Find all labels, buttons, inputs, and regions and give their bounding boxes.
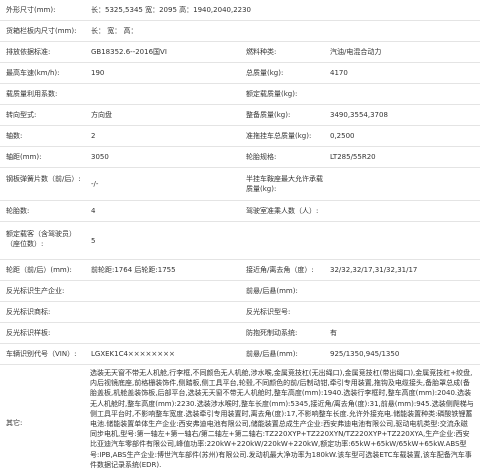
spec-table: 外形尺寸(mm): 长：5325,5345 宽：2095 高：1940,2040… [0, 0, 480, 469]
row-label-right: 反光标识型号: [246, 308, 291, 316]
row-label-right: 燃料种类: [246, 48, 277, 56]
other-notes-row: 其它: 选装无天窗不带无人机舱,行李框,不同颜色无人机舱,涉水喉,金属竞技杠(无… [0, 365, 480, 469]
row-label-right: 接近角/离去角（度）: [246, 266, 314, 274]
row-label: 转向型式: [6, 111, 37, 119]
spec-row: 外形尺寸(mm): 长：5325,5345 宽：2095 高：1940,2040… [0, 0, 480, 21]
row-label-right: 防抱死制动系统: [246, 329, 298, 337]
spec-row: 轴距(mm): 3050 轮胎规格: LT285/55R20 [0, 147, 480, 168]
other-notes-text: 选装无天窗不带无人机舱,行李框,不同颜色无人机舱,涉水喉,金属竞技杠(无出绳口)… [90, 369, 474, 469]
row-value: 长： 宽： 高： [91, 27, 138, 35]
row-value-right: LT285/55R20 [330, 153, 376, 161]
spec-row: 额定载客（含驾驶员）（座位数）: 5 [0, 222, 480, 260]
spec-row: 反光标识样板: 防抱死制动系统: 有 [0, 323, 480, 344]
row-label-right: 额定载质量(kg): [246, 90, 298, 98]
row-value: 4 [91, 207, 96, 215]
row-label: 货箱栏板内尺寸(mm): [6, 27, 77, 35]
row-value-right: 925/1350,945/1350 [330, 350, 400, 358]
row-label: 轴数: [6, 132, 23, 140]
row-label-right: 前悬/后悬(mm): [246, 287, 298, 295]
row-label: 反光标识样板: [6, 329, 51, 337]
spec-row: 最高车速(km/h): 190 总质量(kg): 4170 [0, 63, 480, 84]
row-value: 2 [91, 132, 96, 140]
row-label: 排放依据标准: [6, 48, 51, 56]
row-value: 5 [91, 236, 96, 245]
spec-row: 排放依据标准: GB18352.6--2016国VI 燃料种类: 汽油/电混合动… [0, 42, 480, 63]
row-label: 车辆识别代号（VIN）: [6, 350, 77, 358]
spec-row: 反光标识生产企业: 前悬/后悬(mm): [0, 281, 480, 302]
row-label-right: 准拖挂车总质量(kg): [246, 132, 312, 140]
spec-row: 轴数: 2 准拖挂车总质量(kg): 0,2500 [0, 126, 480, 147]
row-value-right: 汽油/电混合动力 [330, 48, 382, 56]
row-value-right: 3490,3554,3708 [330, 111, 388, 119]
row-label-right: 驾驶室准乘人数（人）: [246, 207, 319, 215]
row-label: 额定载客（含驾驶员）（座位数）: [6, 230, 76, 248]
spec-row: 转向型式: 方向盘 整备质量(kg): 3490,3554,3708 [0, 105, 480, 126]
row-label: 外形尺寸(mm): [6, 6, 56, 14]
row-label: 反光标识生产企业: [6, 287, 65, 295]
row-value-right: 0,2500 [330, 132, 355, 140]
row-label: 轮距（前/后）(mm): [6, 266, 72, 274]
row-value: 190 [91, 69, 105, 77]
row-label: 载质量利用系数: [6, 90, 58, 98]
row-label-right: 总质量(kg): [246, 69, 284, 77]
row-label-right: 前悬/后悬(mm): [246, 350, 298, 358]
row-label: 轮胎数: [6, 207, 30, 215]
spec-row: 载质量利用系数: 额定载质量(kg): [0, 84, 480, 105]
spec-row: 车辆识别代号（VIN）: LGXEK1C4×××××××× 前悬/后悬(mm):… [0, 344, 480, 365]
row-label-right: 轮胎规格: [246, 153, 277, 161]
row-label: 钢板弹簧片数（前/后）: [6, 175, 81, 183]
row-value-right: 4170 [330, 69, 348, 77]
spec-row: 反光标识商标: 反光标识型号: [0, 302, 480, 323]
spec-row: 货箱栏板内尺寸(mm): 长： 宽： 高： [0, 21, 480, 42]
row-value: -/- [91, 180, 99, 188]
spec-row: 钢板弹簧片数（前/后）: -/- 半挂车鞍座最大允许承载质量(kg): [0, 168, 480, 201]
row-label: 反光标识商标: [6, 308, 51, 316]
row-label-right: 整备质量(kg): [246, 111, 291, 119]
row-value: LGXEK1C4×××××××× [91, 350, 175, 358]
spec-row: 轮胎数: 4 驾驶室准乘人数（人）: [0, 201, 480, 222]
row-value: 长：5325,5345 宽：2095 高：1940,2040,2230 [91, 6, 252, 14]
row-label-right: 半挂车鞍座最大允许承载质量(kg): [246, 175, 323, 193]
row-label: 最高车速(km/h): [6, 69, 60, 77]
row-value: GB18352.6--2016国VI [91, 48, 167, 56]
row-value: 方向盘 [91, 111, 112, 119]
row-value-right: 有 [330, 329, 337, 337]
other-label: 其它: [6, 419, 23, 427]
row-value-right: 32/32,32/17,31/32,31/17 [330, 266, 418, 274]
row-value: 3050 [91, 153, 109, 161]
row-value: 前轮距:1764 后轮距:1755 [91, 266, 176, 274]
spec-row: 轮距（前/后）(mm): 前轮距:1764 后轮距:1755 接近角/离去角（度… [0, 260, 480, 281]
row-label: 轴距(mm): [6, 153, 42, 161]
